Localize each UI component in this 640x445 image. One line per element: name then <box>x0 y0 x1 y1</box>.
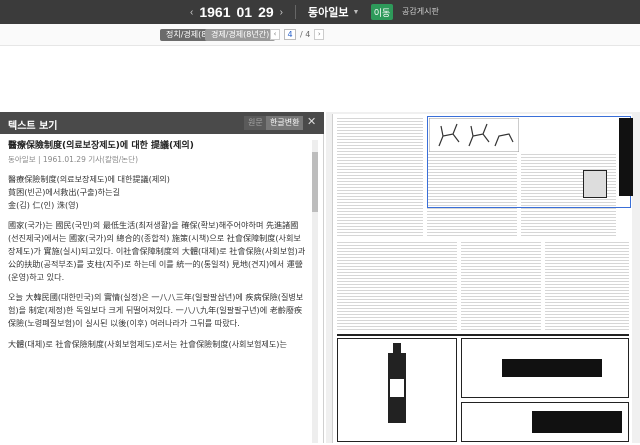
newspaper-page-image[interactable] <box>332 114 633 443</box>
scrollbar-thumb[interactable] <box>312 152 318 212</box>
close-icon[interactable]: ✕ <box>307 115 316 128</box>
text-column <box>337 118 423 238</box>
newspaper-select[interactable]: 동아일보 ▼ <box>308 4 359 20</box>
article-paragraph: 大體(대체)로 社會保險制度(사회보험제도)로서는 社會保險制度(사회보험제도)… <box>8 338 287 349</box>
next-date-arrow-icon[interactable]: › <box>280 7 283 18</box>
advertisement-box <box>337 338 457 442</box>
advertisement-box <box>461 338 629 398</box>
blank-area <box>0 46 640 112</box>
newspaper-viewer <box>326 112 640 443</box>
top-navigation-bar: ‹ 1961 01 29 › 동아일보 ▼ 이동 공감게시판 <box>0 0 640 24</box>
hangul-convert-button[interactable]: 한글변환 <box>266 116 304 130</box>
next-page-icon[interactable]: › <box>314 29 325 40</box>
divider <box>295 5 296 19</box>
article-paragraph: 國家(국가)는 國民(국민)의 最低生活(최저생활)을 確保(확보)해주어야하며… <box>8 220 306 282</box>
page-pager: ‹ 4 / 4 › <box>270 29 325 40</box>
day-field[interactable]: 29 <box>258 4 274 20</box>
divider <box>337 334 629 336</box>
tab-category-2[interactable]: 경제/경제(8년간) <box>205 29 276 41</box>
prev-date-arrow-icon[interactable]: ‹ <box>190 7 193 18</box>
date-selector: ‹ 1961 01 29 › 동아일보 ▼ <box>190 3 359 21</box>
page-number-input[interactable]: 4 <box>284 29 296 40</box>
ad-banner <box>532 411 622 433</box>
article-paragraph: 醫療保險制度(의료보장제도)에 대한提議(제의) 貧困(빈곤)에서救出(구출)하… <box>8 174 170 210</box>
page-total: / 4 <box>300 30 311 39</box>
vertical-headline <box>619 118 633 196</box>
page-toolbar: 정치/경제(8년간) 경제/경제(8년간) ‹ 4 / 4 › <box>0 24 640 46</box>
newspaper-name: 동아일보 <box>308 7 349 19</box>
text-view-panel: 텍스트 보기 원문 한글변환 ✕ 醫療保險制度(의료보장제도)에 대한 提議(제… <box>0 112 324 443</box>
text-column <box>337 242 457 330</box>
bottle-illustration <box>388 343 406 423</box>
board-link[interactable]: 공감게시판 <box>402 6 439 17</box>
panel-title: 텍스트 보기 <box>8 121 58 132</box>
text-column <box>461 242 541 330</box>
text-column <box>545 242 629 330</box>
move-button[interactable]: 이동 <box>371 4 393 20</box>
ad-banner <box>502 359 602 377</box>
chevron-down-icon: ▼ <box>352 8 360 16</box>
article-title: 醫療保險制度(의료보장제도)에 대한 提議(제의) <box>8 141 194 151</box>
article-paragraph: 오늘 大韓民國(대한민국)의 實情(실정)은 一八八三年(일팔팔삼년)에 疾病保… <box>8 292 304 328</box>
selected-article-outline <box>427 116 631 208</box>
advertisement-box <box>461 402 629 442</box>
year-field[interactable]: 1961 <box>199 4 230 20</box>
original-text-button[interactable]: 원문 <box>244 116 267 130</box>
article-content: 醫療保險制度(의료보장제도)에 대한 提議(제의) 동아일보 | 1961.01… <box>8 140 306 443</box>
prev-page-icon[interactable]: ‹ <box>270 29 280 40</box>
month-field[interactable]: 01 <box>237 4 253 20</box>
article-meta: 동아일보 | 1961.01.29 기사(칼럼/논단) <box>8 155 138 164</box>
text-view-header: 텍스트 보기 원문 한글변환 ✕ <box>0 112 324 134</box>
